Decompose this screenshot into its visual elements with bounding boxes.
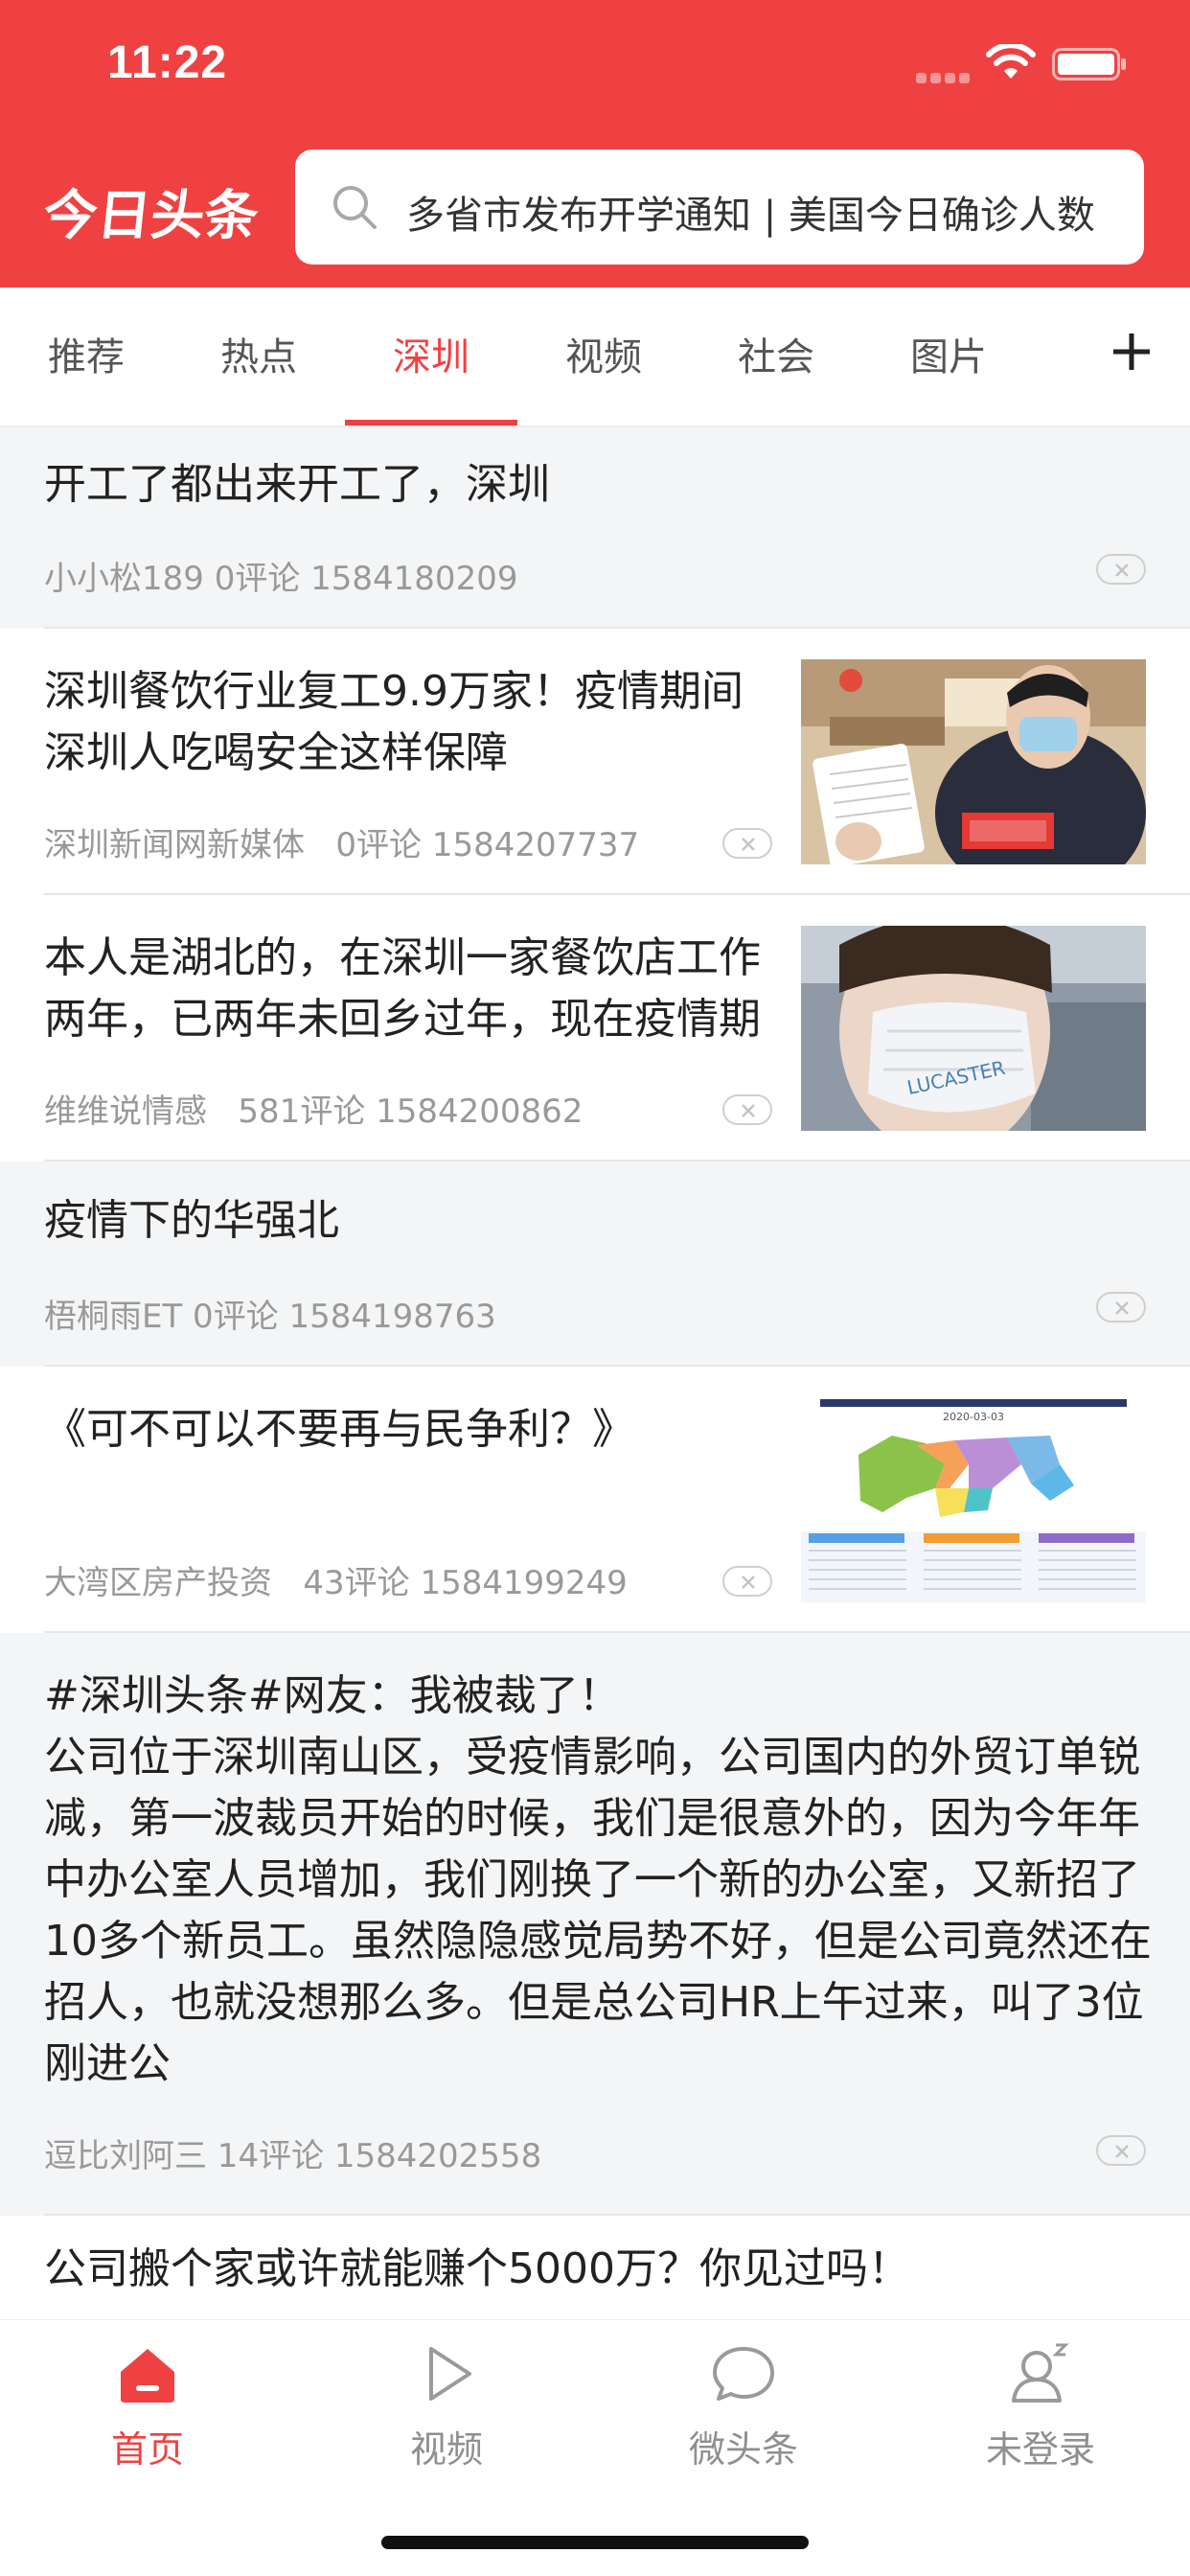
news-meta: 小小松189 0评论 1584180209 <box>44 560 518 598</box>
close-icon <box>1115 1301 1129 1315</box>
close-icon <box>742 838 755 851</box>
news-meta: 大湾区房产投资 43评论 1584199249 <box>44 1564 628 1602</box>
nav-profile[interactable]: 未登录 <box>935 2339 1146 2472</box>
app-logo: 今日头条 <box>40 185 262 247</box>
tab-shenzhen[interactable]: 深圳 <box>345 326 517 381</box>
dislike-button[interactable] <box>1096 554 1146 585</box>
tab-hot[interactable]: 热点 <box>172 326 345 381</box>
nav-label: 微头条 <box>688 2428 798 2471</box>
chat-bubble-icon <box>713 2347 774 2401</box>
nav-label: 视频 <box>409 2428 483 2471</box>
close-icon <box>742 1576 755 1589</box>
news-meta: 深圳新闻网新媒体 0评论 1584207737 <box>44 826 640 864</box>
nav-video[interactable]: 视频 <box>341 2339 552 2472</box>
search-icon <box>333 186 377 229</box>
tab-recommend[interactable]: 推荐 <box>0 326 172 381</box>
news-title: 公司搬个家或许就能赚个5000万？你见过吗！ <box>44 2244 910 2293</box>
news-thumbnail: 2020-03-03 <box>801 1397 1146 1602</box>
nav-label: 首页 <box>110 2428 184 2471</box>
search-hot-topic: 多省市发布开学通知 | 美国今日确诊人数 <box>406 194 1095 238</box>
news-card[interactable]: 疫情下的华强北 梧桐雨ET 0评论 1584198763 <box>0 1162 1190 1367</box>
wifi-icon <box>986 44 1036 79</box>
cellular-signal-icon <box>916 69 973 83</box>
news-title: 开工了都出来开工了，深圳 <box>44 460 550 509</box>
status-bar: 11:22 <box>0 0 1190 134</box>
news-meta: 梧桐雨ET 0评论 1584198763 <box>44 1298 496 1336</box>
dislike-button[interactable] <box>722 1566 772 1597</box>
news-meta: 逗比刘阿三 14评论 1584202558 <box>44 2137 542 2175</box>
news-card[interactable]: #深圳头条#网友：我被裁了！ 公司位于深圳南山区，受疫情影响，公司国内的外贸订单… <box>0 1633 1190 2216</box>
news-card[interactable]: 本人是湖北的，在深圳一家餐饮店工作两年，已两年未回乡过年，现在疫情期间 维维说情… <box>0 895 1190 1162</box>
news-title: 本人是湖北的，在深圳一家餐饮店工作两年，已两年未回乡过年，现在疫情期间 <box>44 933 761 1044</box>
close-icon <box>1115 2145 1129 2158</box>
home-indicator[interactable] <box>381 2536 809 2549</box>
news-title: 疫情下的华强北 <box>44 1196 339 1245</box>
news-thumbnail: LUCASTER <box>801 926 1146 1131</box>
tab-pictures[interactable]: 图片 <box>862 326 1035 381</box>
dislike-button[interactable] <box>1096 2135 1146 2166</box>
dislike-button[interactable] <box>722 1094 772 1125</box>
tab-society[interactable]: 社会 <box>690 326 862 381</box>
add-channel-icon[interactable] <box>1108 328 1156 376</box>
news-meta: 维维说情感 581评论 1584200862 <box>44 1092 584 1131</box>
close-icon <box>1115 564 1129 577</box>
status-time: 11:22 <box>107 37 228 88</box>
news-card[interactable]: 开工了都出来开工了，深圳 小小松189 0评论 1584180209 <box>0 427 1190 629</box>
nav-home[interactable]: 首页 <box>42 2339 253 2472</box>
close-icon <box>742 1104 755 1117</box>
nav-micro-headline[interactable]: 微头条 <box>638 2339 849 2472</box>
tab-video[interactable]: 视频 <box>517 326 690 381</box>
news-title: #深圳头条#网友：我被裁了！ 公司位于深圳南山区，受疫情影响，公司国内的外贸订单… <box>44 1671 1152 2088</box>
news-card[interactable]: 公司搬个家或许就能赚个5000万？你见过吗！ <box>0 2216 1190 2319</box>
user-sleep-icon <box>1012 2343 1069 2403</box>
news-title: 深圳餐饮行业复工9.9万家！疫情期间深圳人吃喝安全这样保障 <box>44 667 744 777</box>
search-bar[interactable]: 多省市发布开学通知 | 美国今日确诊人数 <box>295 150 1144 264</box>
news-card[interactable]: 深圳餐饮行业复工9.9万家！疫情期间深圳人吃喝安全这样保障 深圳新闻网新媒体 0… <box>0 629 1190 895</box>
active-tab-indicator <box>345 420 517 426</box>
news-card[interactable]: 《可不可以不要再与民争利？》 大湾区房产投资 43评论 1584199249 2… <box>0 1367 1190 1633</box>
channel-tabs: 推荐 热点 深圳 视频 社会 图片 <box>0 288 1190 427</box>
play-icon <box>429 2347 471 2401</box>
dislike-button[interactable] <box>722 828 772 859</box>
dislike-button[interactable] <box>1096 1292 1146 1322</box>
battery-icon <box>1052 48 1126 80</box>
image-date: 2020-03-03 <box>943 1411 1004 1423</box>
home-icon <box>121 2349 174 2403</box>
news-thumbnail <box>801 659 1146 864</box>
news-title: 《可不可以不要再与民争利？》 <box>44 1405 634 1454</box>
app-header: 11:22 今日头条 多省市发布开学通知 | 美国今日确诊人数 <box>0 0 1190 288</box>
nav-label: 未登录 <box>985 2428 1095 2471</box>
